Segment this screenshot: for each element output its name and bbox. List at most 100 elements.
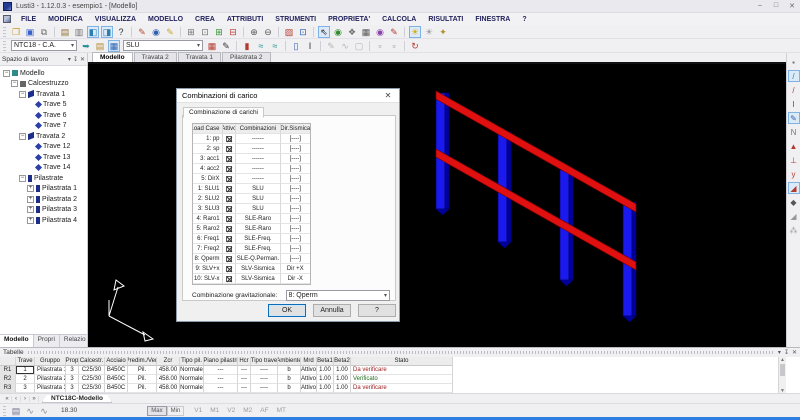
page-setup-icon[interactable]: ▥ xyxy=(73,26,85,38)
active-checkbox-cell[interactable] xyxy=(223,224,237,234)
table-cell[interactable]: 3 xyxy=(16,384,35,393)
group-icon[interactable]: ⁂ xyxy=(788,224,800,236)
checkbox-checked-icon[interactable] xyxy=(226,146,232,152)
tree-item-travata-1[interactable]: −Travata 1 xyxy=(0,89,87,100)
table-cell[interactable]: 2 xyxy=(16,375,35,384)
red-line-icon[interactable]: / xyxy=(788,84,800,96)
view-extents-icon[interactable]: ▨ xyxy=(283,26,295,38)
workspace-dropdown-icon[interactable]: ▾ xyxy=(68,56,71,63)
table-cell[interactable]: Pilastrata 1 xyxy=(35,366,66,375)
table-row[interactable]: R33Pilastrata 33C25/30B450CPil.458.00Nor… xyxy=(0,384,453,393)
close-button[interactable]: ✕ xyxy=(787,2,797,10)
seismic-dir-cell[interactable]: [----] xyxy=(281,244,310,254)
seismic-dir-cell[interactable]: [----] xyxy=(281,194,310,204)
combination-cell[interactable]: ------ xyxy=(236,164,280,174)
ramp-icon[interactable]: ◢ xyxy=(788,182,800,194)
panel-tab-modello[interactable]: Modello xyxy=(0,335,34,347)
checkbox-checked-icon[interactable] xyxy=(226,236,232,242)
table-cell[interactable]: --- xyxy=(204,384,238,393)
table-cell[interactable]: C25/30 xyxy=(79,366,105,375)
result-toggle-m2[interactable]: M2 xyxy=(243,407,252,414)
box-disabled-icon[interactable]: ▢ xyxy=(353,40,365,52)
light-on-icon[interactable]: ☀ xyxy=(409,26,421,38)
render-icon[interactable]: ✎ xyxy=(136,26,148,38)
table-cell[interactable]: B450C xyxy=(105,375,128,384)
spring-icon[interactable]: y xyxy=(788,168,800,180)
table-cell[interactable]: ---- xyxy=(251,375,278,384)
max-toggle-button[interactable]: Max xyxy=(147,406,166,416)
diagram-1-icon[interactable]: ≈ xyxy=(255,40,267,52)
legend-icon[interactable]: ▮ xyxy=(241,40,253,52)
active-checkbox-cell[interactable] xyxy=(223,204,237,214)
checkbox-checked-icon[interactable] xyxy=(226,276,232,282)
diagram-2-icon[interactable]: ≈ xyxy=(269,40,281,52)
active-checkbox-cell[interactable] xyxy=(223,214,237,224)
gravity-combination-select[interactable]: 8: Qperm ▾ xyxy=(286,290,390,301)
export-model-icon[interactable]: ➥ xyxy=(80,40,92,52)
table-cell[interactable]: 1.00 xyxy=(334,384,351,393)
clip-2-icon[interactable]: ▫ xyxy=(388,40,400,52)
table-cell[interactable]: 1.00 xyxy=(317,366,334,375)
curve-disabled-icon[interactable]: ∿ xyxy=(339,40,351,52)
combination-cell[interactable]: SLE-Raro xyxy=(236,224,280,234)
menu-strumenti[interactable]: STRUMENTI xyxy=(269,16,322,23)
menu-file[interactable]: FILE xyxy=(15,16,42,23)
load-case-row[interactable]: 7: Freq2SLE-Freq.[----] xyxy=(193,244,310,254)
table-cell[interactable]: 3 xyxy=(66,384,79,393)
active-checkbox-cell[interactable] xyxy=(223,194,237,204)
checkbox-checked-icon[interactable] xyxy=(226,216,232,222)
combination-cell[interactable]: ------ xyxy=(236,144,280,154)
menu-visualizza[interactable]: VISUALIZZA xyxy=(89,16,142,23)
checkbox-checked-icon[interactable] xyxy=(226,186,232,192)
code-check-icon[interactable]: ▦ xyxy=(108,40,120,52)
table-cell[interactable]: C25/30 xyxy=(79,375,105,384)
wedge-icon[interactable]: ◆ xyxy=(788,196,800,208)
tree-expander-icon[interactable]: − xyxy=(19,175,26,182)
tree-expander-icon[interactable]: − xyxy=(11,80,18,87)
last-sheet-icon[interactable]: » xyxy=(30,396,39,402)
active-checkbox-cell[interactable] xyxy=(223,144,237,154)
table-cell[interactable]: Verificato xyxy=(351,375,453,384)
result-toggle-m1[interactable]: M1 xyxy=(210,407,219,414)
table-cell[interactable]: Attivo xyxy=(301,384,317,393)
menu-risultati[interactable]: RISULTATI xyxy=(422,16,469,23)
combination-cell[interactable]: SLU xyxy=(236,184,280,194)
print-icon[interactable]: ▤ xyxy=(10,405,22,417)
row-header[interactable]: R2 xyxy=(0,375,16,384)
tree-item-trave-6[interactable]: Trave 6 xyxy=(0,110,87,121)
doc-tab-travata-1[interactable]: Travata 1 xyxy=(178,52,221,62)
result-toggle-v1[interactable]: V1 xyxy=(194,407,202,414)
table-cell[interactable]: b xyxy=(278,366,301,375)
table-cell[interactable]: ---- xyxy=(251,366,278,375)
table-cell[interactable]: b xyxy=(278,384,301,393)
active-checkbox-cell[interactable] xyxy=(223,254,237,264)
menu-modifica[interactable]: MODIFICA xyxy=(42,16,89,23)
menu-crea[interactable]: CREA xyxy=(189,16,221,23)
pencil-yellow-icon[interactable]: ✎ xyxy=(164,26,176,38)
load-case-row[interactable]: 10: SLV-xSLV-SismicaDir -X xyxy=(193,274,310,284)
checkbox-checked-icon[interactable] xyxy=(226,226,232,232)
menu-calcola[interactable]: CALCOLA xyxy=(376,16,422,23)
toolbar-grip-2[interactable] xyxy=(3,41,6,51)
panel-left-icon[interactable]: ◧ xyxy=(87,26,99,38)
tree-expander-icon[interactable]: + xyxy=(27,217,34,224)
refresh-icon[interactable]: ↻ xyxy=(409,40,421,52)
tree-item-trave-7[interactable]: Trave 7 xyxy=(0,121,87,132)
chart-max-icon[interactable]: ∿ xyxy=(38,405,50,417)
tree-item-pilastrate[interactable]: −Pilastrate xyxy=(0,173,87,184)
ramp-gray-icon[interactable]: ◢ xyxy=(788,210,800,222)
menu-modello[interactable]: MODELLO xyxy=(142,16,189,23)
result-toggle-v2[interactable]: V2 xyxy=(227,407,235,414)
active-checkbox-cell[interactable] xyxy=(223,164,237,174)
table-cell[interactable]: Attivo xyxy=(301,366,317,375)
tree-item-travata-2[interactable]: −Travata 2 xyxy=(0,131,87,142)
table-cell[interactable]: 458.00 xyxy=(157,366,180,375)
results-table-icon[interactable]: ▦ xyxy=(206,40,218,52)
tables-close-icon[interactable]: ✕ xyxy=(792,349,797,356)
combination-cell[interactable]: SLE-Freq. xyxy=(236,234,280,244)
checkbox-checked-icon[interactable] xyxy=(226,156,232,162)
prev-sheet-icon[interactable]: ‹ xyxy=(12,396,21,402)
table-row[interactable]: R22Pilastrata 23C25/30B450CPil.458.00Nor… xyxy=(0,375,453,384)
panel-tab-relazio[interactable]: Relazio xyxy=(60,335,91,347)
table-cell[interactable]: --- xyxy=(238,366,251,375)
